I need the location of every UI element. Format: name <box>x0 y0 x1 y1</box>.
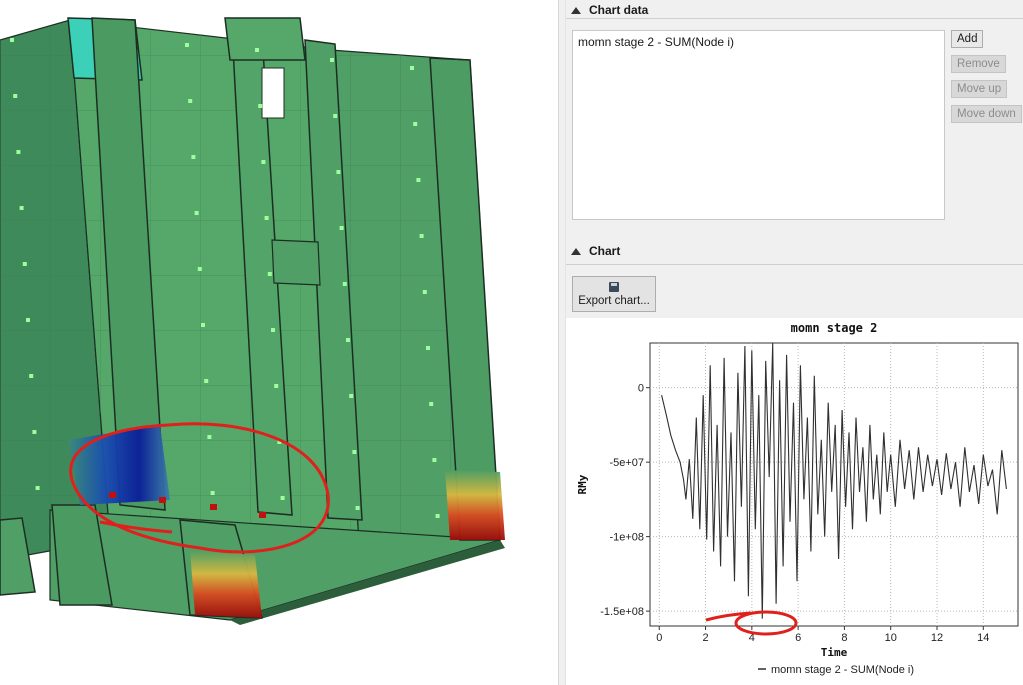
node-marker <box>207 435 212 439</box>
save-icon <box>609 281 619 292</box>
structure-3d-render <box>0 17 505 625</box>
node-marker <box>432 458 437 462</box>
node-marker <box>346 338 350 342</box>
node-marker <box>22 262 27 266</box>
node-marker <box>13 94 18 98</box>
panel-splitter[interactable] <box>558 0 566 685</box>
node-marker <box>197 267 202 271</box>
node-marker <box>191 155 196 159</box>
node-marker <box>419 234 424 238</box>
x-tick-label: 12 <box>931 632 943 644</box>
node-marker <box>355 506 360 510</box>
collapse-triangle-icon[interactable] <box>571 6 581 14</box>
collapse-triangle-icon[interactable] <box>571 247 581 255</box>
chart-data-section-header[interactable]: Chart data <box>566 0 1023 20</box>
x-tick-label: 14 <box>977 632 989 644</box>
x-tick-label: 2 <box>702 632 708 644</box>
node-marker <box>429 402 434 406</box>
export-chart-label: Export chart... <box>578 294 650 307</box>
node-marker <box>204 379 209 383</box>
node-marker <box>185 43 189 47</box>
y-tick-label: -5e+07 <box>609 457 644 469</box>
node-marker <box>342 282 347 286</box>
y-tick-label: 0 <box>638 383 644 395</box>
x-tick-label: 8 <box>841 632 847 644</box>
node-marker <box>16 150 21 154</box>
node-marker <box>339 226 344 230</box>
node-marker <box>29 374 34 378</box>
node-marker <box>413 122 418 126</box>
move-down-button[interactable]: Move down <box>951 105 1022 123</box>
x-tick-label: 0 <box>656 632 662 644</box>
time-history-chart: momn stage 20 2 4 6 8 10 12 140-5e+07-1e+08-1.5… <box>576 321 1019 676</box>
node-marker <box>330 58 334 62</box>
node-marker <box>261 160 266 164</box>
export-chart-button[interactable]: Export chart... <box>572 276 656 312</box>
y-tick-label: -1.5e+08 <box>600 606 644 618</box>
node-marker <box>264 216 269 220</box>
model-viewport[interactable] <box>0 0 558 685</box>
node-marker <box>26 318 30 322</box>
x-axis-label: Time <box>821 646 848 659</box>
node-marker <box>422 290 427 294</box>
node-marker <box>188 99 193 103</box>
node-marker <box>426 346 430 350</box>
add-button[interactable]: Add <box>951 30 984 48</box>
node-marker <box>258 104 263 108</box>
chart-section-header[interactable]: Chart <box>566 241 1023 261</box>
y-tick-label: -1e+08 <box>609 532 644 544</box>
x-tick-label: 10 <box>885 632 897 644</box>
remove-button[interactable]: Remove <box>951 55 1006 73</box>
node-marker <box>280 496 285 500</box>
node-marker <box>255 48 259 52</box>
node-marker <box>336 170 341 174</box>
chart-title: momn stage 2 <box>791 321 878 335</box>
contour-hot-right <box>445 470 505 540</box>
node-marker <box>201 323 205 327</box>
node-marker <box>435 514 440 518</box>
node-marker <box>410 66 414 70</box>
node-marker <box>19 206 24 210</box>
contour-hot-bottom <box>190 550 262 618</box>
node-marker <box>416 178 421 182</box>
series-list-item[interactable]: momn stage 2 - SUM(Node i) <box>578 34 939 50</box>
node-marker <box>267 272 272 276</box>
node-marker <box>274 384 279 388</box>
chart-header-label: Chart <box>589 244 621 258</box>
chart-area: momn stage 2 0 2 4 6 8 10 12 14 0 -5e+07 -1e+08 -1.5… <box>566 318 1023 685</box>
node-marker <box>349 394 354 398</box>
node-marker <box>194 211 199 215</box>
node-marker <box>210 491 215 495</box>
series-list[interactable]: momn stage 2 - SUM(Node i) <box>572 30 945 220</box>
node-marker <box>271 328 275 332</box>
chart-data-header-label: Chart data <box>589 3 649 17</box>
node-marker <box>352 450 357 454</box>
legend-label: momn stage 2 - SUM(Node i) <box>771 664 914 676</box>
x-tick-label: 6 <box>795 632 801 644</box>
node-marker <box>35 486 40 490</box>
move-up-button[interactable]: Move up <box>951 80 1008 98</box>
node-marker <box>333 114 338 118</box>
node-marker <box>10 38 14 42</box>
node-marker <box>32 430 37 434</box>
y-axis-label: RMy <box>576 474 589 494</box>
